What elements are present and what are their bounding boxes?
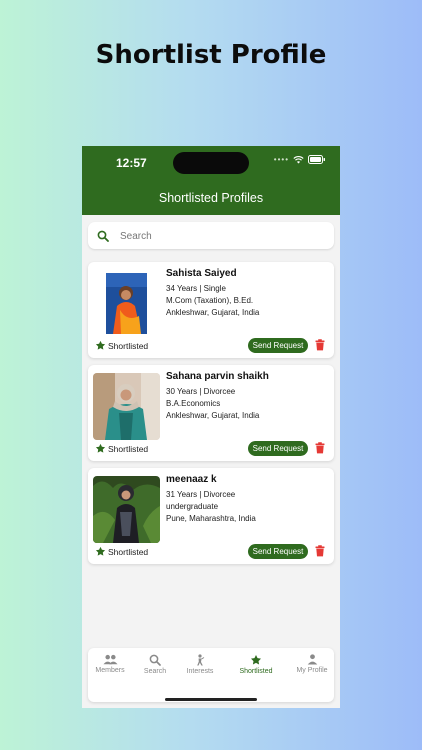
wifi-icon	[293, 156, 304, 164]
nav-shortlisted[interactable]: Shortlisted	[231, 654, 281, 675]
members-icon	[102, 654, 118, 665]
send-request-button[interactable]: Send Request	[248, 544, 308, 559]
delete-icon[interactable]	[315, 545, 325, 557]
nav-members-label: Members	[95, 667, 125, 674]
nav-my-profile-label: My Profile	[296, 667, 328, 674]
status-icons: ••••	[274, 155, 326, 164]
status-time: 12:57	[116, 156, 147, 170]
profile-photo[interactable]	[93, 373, 160, 440]
nav-search-label: Search	[143, 668, 167, 675]
interests-icon	[197, 654, 205, 666]
shortlisted-indicator[interactable]: Shortlisted	[95, 546, 148, 557]
profile-education: B.A.Economics	[166, 399, 221, 408]
phone-screen: 12:57 •••• Shortlisted Profiles Search S…	[82, 146, 340, 708]
profile-location: Ankleshwar, Gujarat, India	[166, 308, 260, 317]
star-icon	[95, 443, 106, 453]
shortlisted-label: Shortlisted	[108, 546, 149, 557]
delete-icon[interactable]	[315, 339, 325, 351]
nav-my-profile[interactable]: My Profile	[287, 654, 337, 674]
nav-search[interactable]: Search	[130, 654, 180, 675]
send-request-button[interactable]: Send Request	[248, 338, 308, 353]
person-icon	[307, 654, 317, 665]
star-icon	[251, 655, 261, 665]
profile-location: Ankleshwar, Gujarat, India	[166, 411, 260, 420]
search-input[interactable]	[118, 226, 322, 246]
nav-members[interactable]: Members	[85, 654, 135, 674]
search-bar[interactable]	[88, 222, 334, 249]
bottom-nav: Members Search Interests Shortlisted My …	[88, 648, 334, 702]
star-icon	[95, 546, 106, 556]
signal-icon: ••••	[273, 155, 289, 164]
profile-name: meenaaz k	[166, 474, 217, 485]
nav-interests-label: Interests	[186, 668, 214, 675]
profile-location: Pune, Maharashtra, India	[166, 514, 256, 523]
search-icon	[149, 654, 161, 666]
app-bar: 12:57 •••• Shortlisted Profiles	[82, 146, 340, 215]
star-icon	[95, 340, 106, 350]
shortlisted-indicator[interactable]: Shortlisted	[95, 443, 148, 454]
profile-education: M.Com (Taxation), B.Ed.	[166, 296, 254, 305]
profile-name: Sahista Saiyed	[166, 268, 237, 279]
profile-age-status: 30 Years | Divorcee	[166, 387, 236, 396]
app-bar-title: Shortlisted Profiles	[158, 191, 264, 205]
profile-education: undergraduate	[166, 502, 219, 511]
shortlisted-label: Shortlisted	[108, 340, 149, 351]
dynamic-island	[173, 152, 249, 174]
nav-interests[interactable]: Interests	[175, 654, 225, 675]
send-request-button[interactable]: Send Request	[248, 441, 308, 456]
profile-photo[interactable]	[93, 270, 160, 337]
shortlisted-label: Shortlisted	[108, 443, 149, 454]
profile-card[interactable]: Sahista Saiyed 34 Years | Single M.Com (…	[88, 262, 334, 358]
delete-icon[interactable]	[315, 442, 325, 454]
page-headline: Shortlist Profile	[95, 40, 327, 70]
shortlisted-indicator[interactable]: Shortlisted	[95, 340, 148, 351]
battery-icon	[308, 155, 325, 164]
profile-age-status: 34 Years | Single	[166, 284, 226, 293]
nav-shortlisted-label: Shortlisted	[239, 668, 273, 675]
search-icon	[97, 230, 109, 242]
home-indicator	[165, 698, 257, 701]
profile-card[interactable]: meenaaz k 31 Years | Divorcee undergradu…	[88, 468, 334, 564]
profile-name: Sahana parvin shaikh	[166, 371, 269, 382]
profile-card[interactable]: Sahana parvin shaikh 30 Years | Divorcee…	[88, 365, 334, 461]
profile-age-status: 31 Years | Divorcee	[166, 490, 236, 499]
profile-photo[interactable]	[93, 476, 160, 543]
